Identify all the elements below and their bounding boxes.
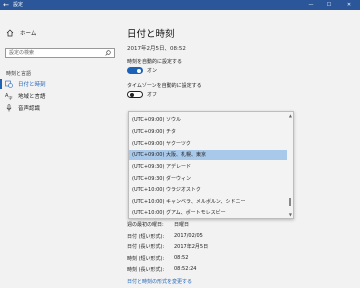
long-date-label: 日付 (長い形式): [127, 244, 165, 250]
scroll-down-icon[interactable]: ▼ [289, 212, 292, 217]
home-link[interactable]: ホーム [6, 28, 36, 38]
sidebar-item-region-language[interactable]: A字 地域と言語 [0, 90, 118, 102]
auto-time-toggle[interactable] [127, 67, 143, 74]
sidebar-item-date-time[interactable]: 日付と時刻 [0, 78, 118, 90]
change-format-link[interactable]: 日付と時刻の形式を変更する [127, 278, 192, 285]
short-date-label: 日付 (短い形式): [127, 234, 165, 240]
scroll-up-icon[interactable]: ▲ [289, 113, 292, 118]
first-day-label: 週の最初の曜日: [127, 222, 164, 228]
first-day-value: 日曜日 [174, 222, 190, 228]
toggle-knob [129, 92, 134, 97]
toggle-knob [137, 68, 141, 73]
window-title: 設定 [13, 2, 24, 8]
calendar-clock-icon [5, 80, 13, 88]
short-date-value: 2017/02/05 [174, 233, 203, 239]
scroll-thumb[interactable] [289, 198, 291, 206]
sidebar: ホーム 設定の検索 時刻と言語 日付と時刻 A字 地域と言語 音声認識 [0, 10, 118, 288]
close-button[interactable]: ✕ [342, 0, 356, 10]
auto-time-state: オン [147, 68, 158, 74]
active-indicator [0, 79, 2, 89]
language-icon: A字 [5, 92, 13, 101]
timezone-option[interactable]: (UTC+10:00) キャンベラ、メルボルン、シドニー [129, 197, 287, 207]
timezone-option-selected[interactable]: (UTC+09:00) 大阪、札幌、東京 [129, 150, 287, 160]
timezone-option[interactable]: (UTC+09:00) ソウル [129, 115, 287, 125]
long-date-value: 2017年2月5日 [174, 244, 209, 250]
long-time-label: 時刻 (長い形式): [127, 267, 165, 273]
current-date-time: 2017年2月5日、08:52 [127, 46, 186, 52]
microphone-icon [5, 104, 13, 112]
settings-search-input[interactable]: 設定の検索 [5, 48, 115, 58]
home-label: ホーム [20, 31, 37, 37]
auto-timezone-label: タイムゾーンを自動的に設定する [127, 83, 202, 89]
maximize-button[interactable]: ☐ [322, 0, 336, 10]
search-icon[interactable] [105, 50, 111, 56]
search-placeholder: 設定の検索 [9, 50, 35, 56]
short-time-value: 08:52 [174, 255, 189, 261]
page-title: 日付と時刻 [127, 29, 175, 40]
section-label: 時刻と言語 [6, 71, 32, 77]
short-time-label: 時刻 (短い形式): [127, 256, 165, 262]
minimize-button[interactable]: — [304, 0, 318, 10]
timezone-option[interactable]: (UTC+10:00) ウラジオストク [129, 185, 287, 195]
long-time-value: 08:52:24 [174, 266, 197, 272]
timezone-option[interactable]: (UTC+09:00) ヤクーツク [129, 139, 287, 149]
timezone-option[interactable]: (UTC+09:30) アデレード [129, 162, 287, 172]
auto-timezone-toggle[interactable] [127, 91, 143, 98]
timezone-option[interactable]: (UTC+09:00) チタ [129, 127, 287, 137]
sidebar-item-label: 音声認識 [18, 106, 41, 112]
back-arrow-icon[interactable]: ← [2, 1, 10, 9]
sidebar-item-label: 地域と言語 [18, 94, 46, 100]
sidebar-item-label: 日付と時刻 [18, 82, 46, 88]
dropdown-scrollbar[interactable]: ▲ ▼ [287, 112, 293, 218]
timezone-option[interactable]: (UTC+09:30) ダーウィン [129, 174, 287, 184]
sidebar-item-speech[interactable]: 音声認識 [0, 102, 118, 114]
svg-text:字: 字 [9, 95, 13, 101]
auto-timezone-state: オフ [147, 92, 158, 98]
home-icon [6, 29, 14, 37]
timezone-dropdown-list[interactable]: (UTC+09:00) ソウル (UTC+09:00) チタ (UTC+09:0… [128, 111, 294, 219]
timezone-option[interactable]: (UTC+10:00) グアム、ポートモレスビー [129, 208, 287, 218]
title-bar: ← 設定 — ☐ ✕ [0, 0, 360, 10]
auto-time-label: 時刻を自動的に設定する [127, 59, 183, 65]
